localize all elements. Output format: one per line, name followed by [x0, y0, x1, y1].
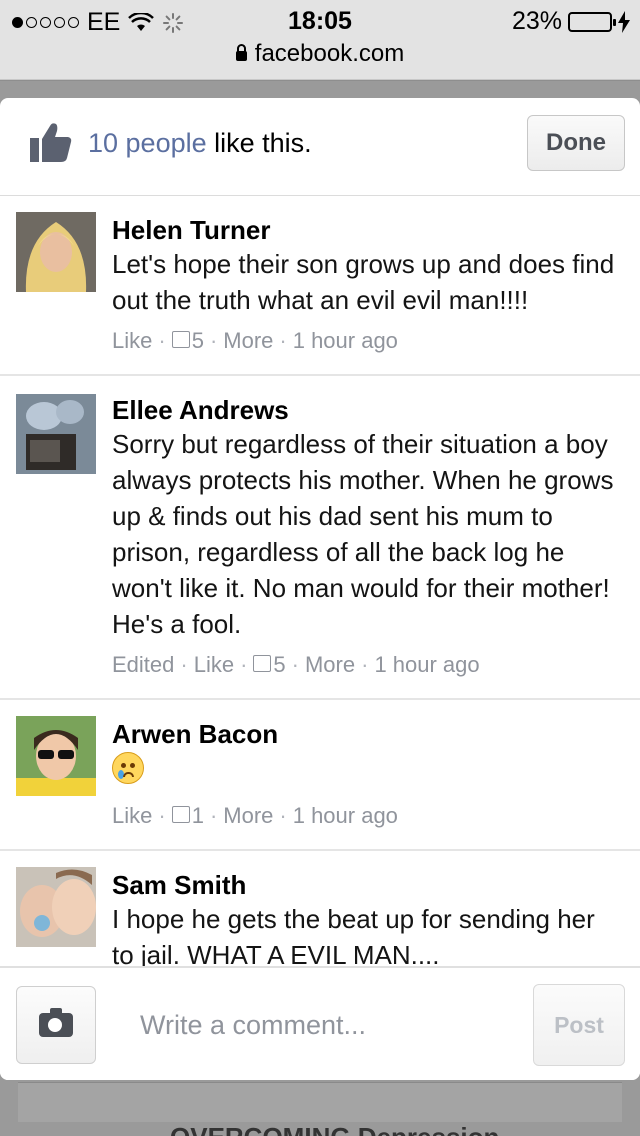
crying-face-icon: [112, 752, 144, 784]
charging-bolt-icon: [618, 10, 630, 33]
attach-photo-button[interactable]: [16, 986, 96, 1064]
battery-icon: [568, 11, 616, 32]
like-count-icon: [171, 806, 190, 823]
address-bar[interactable]: facebook.com: [0, 40, 640, 68]
comment-time: 1 hour ago: [292, 803, 398, 828]
likes-summary-bar: 10 people like this. Done: [0, 98, 640, 196]
avatar[interactable]: [16, 867, 96, 947]
camera-icon: [39, 1008, 73, 1037]
comment-composer: Post: [0, 966, 640, 1080]
more-link[interactable]: More: [223, 326, 273, 356]
comment-item: Sam Smith I hope he gets the beat up for…: [0, 851, 640, 966]
comment-author[interactable]: Ellee Andrews: [112, 394, 622, 426]
comment-text: Sorry but regardless of their situation …: [112, 429, 614, 639]
background-post-title: OVERCOMING Depression: [170, 1122, 499, 1136]
comment-text: I hope he gets the beat up for sending h…: [112, 904, 595, 966]
like-link[interactable]: Like: [112, 801, 152, 831]
comment-likes[interactable]: 5: [171, 326, 204, 356]
url-text: facebook.com: [254, 40, 405, 67]
avatar[interactable]: [16, 716, 96, 796]
comment-text: Let's hope their son grows up and does f…: [112, 249, 615, 315]
comment-time: 1 hour ago: [292, 328, 398, 353]
lock-icon: [235, 44, 247, 61]
likers-link[interactable]: 10 people: [88, 128, 207, 158]
status-bar: EE 18:05 23% facebook.com: [0, 0, 640, 80]
comment-likes[interactable]: 5: [253, 650, 286, 680]
comment-item: Helen Turner Let's hope their son grows …: [0, 196, 640, 376]
battery-percent: 23%: [511, 7, 562, 35]
comment-input[interactable]: [124, 994, 514, 1056]
like-count-icon: [253, 655, 272, 672]
more-link[interactable]: More: [223, 801, 273, 831]
comments-panel: 10 people like this. Done Helen Turner L…: [0, 98, 640, 1080]
comment-author[interactable]: Arwen Bacon: [112, 718, 622, 750]
avatar[interactable]: [16, 394, 96, 474]
likes-suffix: like this.: [206, 128, 312, 158]
comment-meta: Like · 1 · More · 1 hour ago: [112, 801, 622, 849]
comment-meta: Like · 5 · More · 1 hour ago: [112, 326, 622, 374]
likes-summary-text: 10 people like this.: [88, 128, 312, 159]
edited-label[interactable]: Edited: [112, 650, 174, 680]
avatar[interactable]: [16, 212, 96, 292]
comment-item: Ellee Andrews Sorry but regardless of th…: [0, 376, 640, 700]
comment-author[interactable]: Sam Smith: [112, 869, 622, 901]
comment-meta: Edited · Like · 5 · More · 1 hour ago: [112, 650, 622, 698]
comment-emoji-row: [112, 750, 622, 793]
done-button[interactable]: Done: [527, 115, 625, 171]
background-post-strip: [18, 1082, 622, 1122]
post-button[interactable]: Post: [533, 984, 625, 1066]
comment-likes[interactable]: 1: [171, 801, 204, 831]
like-link[interactable]: Like: [112, 326, 152, 356]
comment-time: 1 hour ago: [374, 652, 480, 677]
comment-item: Arwen Bacon Like · 1 · More · 1 hour ago: [0, 700, 640, 851]
like-count-icon: [171, 331, 190, 348]
comment-author[interactable]: Helen Turner: [112, 214, 622, 246]
thumbs-up-icon: [30, 123, 72, 162]
more-link[interactable]: More: [305, 650, 355, 680]
battery-indicator: 23%: [512, 7, 630, 36]
comments-list[interactable]: Helen Turner Let's hope their son grows …: [0, 196, 640, 966]
like-link[interactable]: Like: [194, 650, 234, 680]
